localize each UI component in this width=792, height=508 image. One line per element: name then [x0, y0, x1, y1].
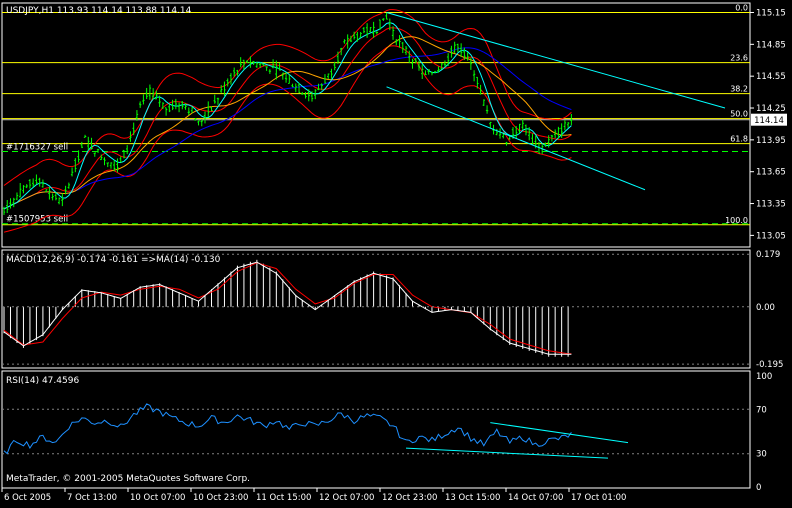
- price-tick-label: 114.55: [756, 72, 786, 82]
- fib-label: 23.6: [730, 54, 748, 63]
- metatrader-chart: 0.0 23.6 38.2 50.0 61.8 100.0 #1716327 sell #15…: [0, 0, 792, 504]
- macd-tick-label: 0.00: [756, 303, 775, 313]
- fib-label: 0.0: [735, 3, 748, 12]
- price-tick-label: 113.95: [756, 136, 786, 146]
- fib-label: 61.8: [730, 135, 748, 144]
- rsi-tick-label: 70: [756, 405, 767, 415]
- rsi-tick-label: 0: [756, 483, 761, 493]
- rsi-tick-label: 30: [756, 450, 767, 460]
- time-tick-label: 12 Oct 07:00: [319, 493, 374, 503]
- chart-title: USDJPY,H1 113.93 114.14 113.88 114.14: [6, 6, 192, 16]
- background: [0, 0, 792, 504]
- price-tick-label: 113.65: [756, 168, 786, 178]
- time-tick-label: 7 Oct 13:00: [67, 493, 117, 503]
- macd-tick-label: -0.195: [756, 360, 783, 370]
- price-tick-label: 115.15: [756, 8, 786, 18]
- rsi-title: RSI(14) 47.4596: [6, 376, 79, 386]
- time-tick-label: 17 Oct 01:00: [571, 493, 626, 503]
- price-tick-label: 113.35: [756, 200, 786, 210]
- order-label: #1716327 sell: [6, 143, 68, 153]
- current-price-label: 114.14: [754, 116, 784, 126]
- time-tick-label: 6 Oct 2005: [4, 493, 51, 503]
- time-tick-label: 13 Oct 15:00: [445, 493, 500, 503]
- time-tick-label: 11 Oct 15:00: [256, 493, 311, 503]
- copyright-text: MetaTrader, © 2001-2005 MetaQuotes Softw…: [6, 474, 250, 484]
- price-tick-label: 113.05: [756, 231, 786, 241]
- price-tick-label: 114.85: [756, 40, 786, 50]
- time-tick-label: 10 Oct 07:00: [130, 493, 185, 503]
- macd-tick-label: 0.179: [756, 250, 780, 260]
- fib-label: 38.2: [730, 85, 748, 94]
- macd-title: MACD(12,26,9) -0.174 -0.161 =>MA(14) -0.…: [6, 255, 221, 265]
- time-tick-label: 10 Oct 23:00: [193, 493, 248, 503]
- price-tick-label: 114.25: [756, 104, 786, 114]
- fib-label: 50.0: [730, 110, 748, 119]
- rsi-tick-label: 100: [756, 372, 772, 382]
- time-tick-label: 14 Oct 07:00: [508, 493, 563, 503]
- time-tick-label: 12 Oct 23:00: [382, 493, 437, 503]
- chart-svg: 0.023.638.250.061.8100.0#1716327 sell#15…: [0, 0, 792, 504]
